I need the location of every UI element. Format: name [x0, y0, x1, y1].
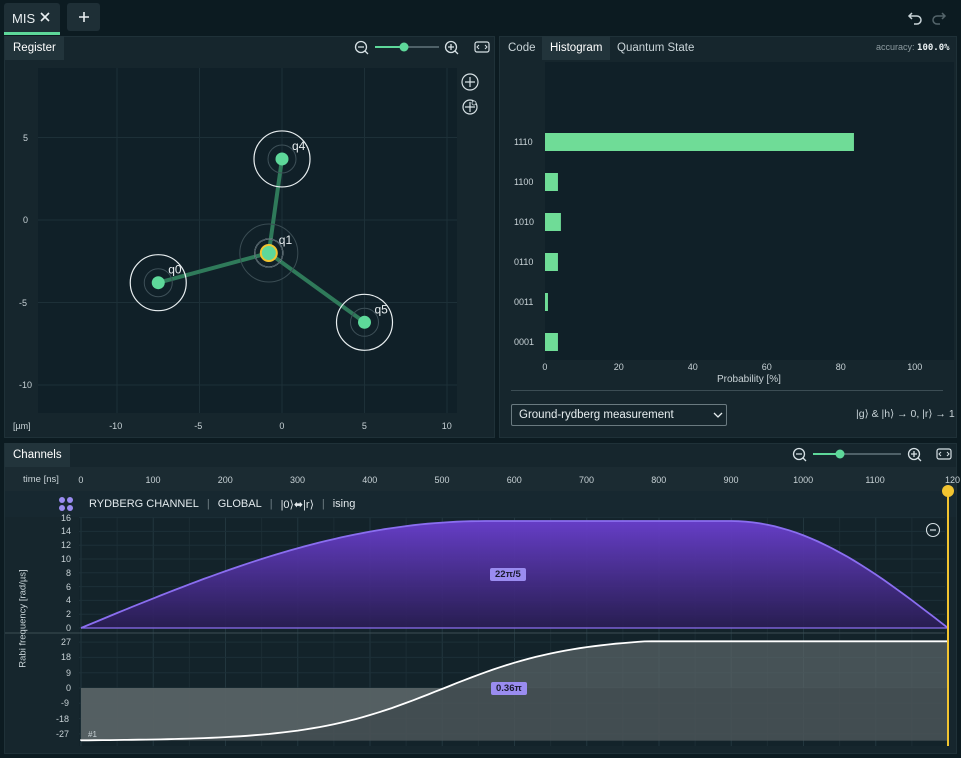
amplitude-tick: 0 — [66, 623, 72, 633]
detuning-tick: -27 — [56, 728, 70, 739]
detuning-tick: 0 — [66, 683, 72, 693]
amplitude-tick: 10 — [61, 554, 72, 564]
detuning-tick: 18 — [61, 652, 72, 663]
amplitude-tick: 8 — [66, 567, 72, 578]
amplitude-tick: 6 — [66, 581, 72, 592]
amplitude-tick: 14 — [61, 526, 72, 537]
rabi-axis-label: Rabi frequency [rad/µs] — [17, 569, 29, 668]
remove-pulse-icon[interactable] — [925, 522, 941, 538]
pulse-index: #1 — [88, 730, 97, 739]
amplitude-tick: 16 — [61, 512, 72, 523]
detuning-tick: -9 — [61, 698, 70, 709]
amplitude-tick: 2 — [66, 609, 72, 620]
detuning-tick: 27 — [61, 637, 72, 648]
time-cursor-handle[interactable] — [942, 485, 954, 497]
amplitude-area-badge: 22π/5 — [490, 568, 526, 581]
detuning-area-badge: 0.36π — [491, 682, 527, 695]
detuning-tick: 9 — [66, 667, 72, 678]
detuning-tick: -18 — [56, 713, 70, 724]
amplitude-tick: 4 — [66, 595, 72, 606]
sequence-svg — [5, 485, 954, 746]
amplitude-tick: 12 — [61, 540, 72, 551]
